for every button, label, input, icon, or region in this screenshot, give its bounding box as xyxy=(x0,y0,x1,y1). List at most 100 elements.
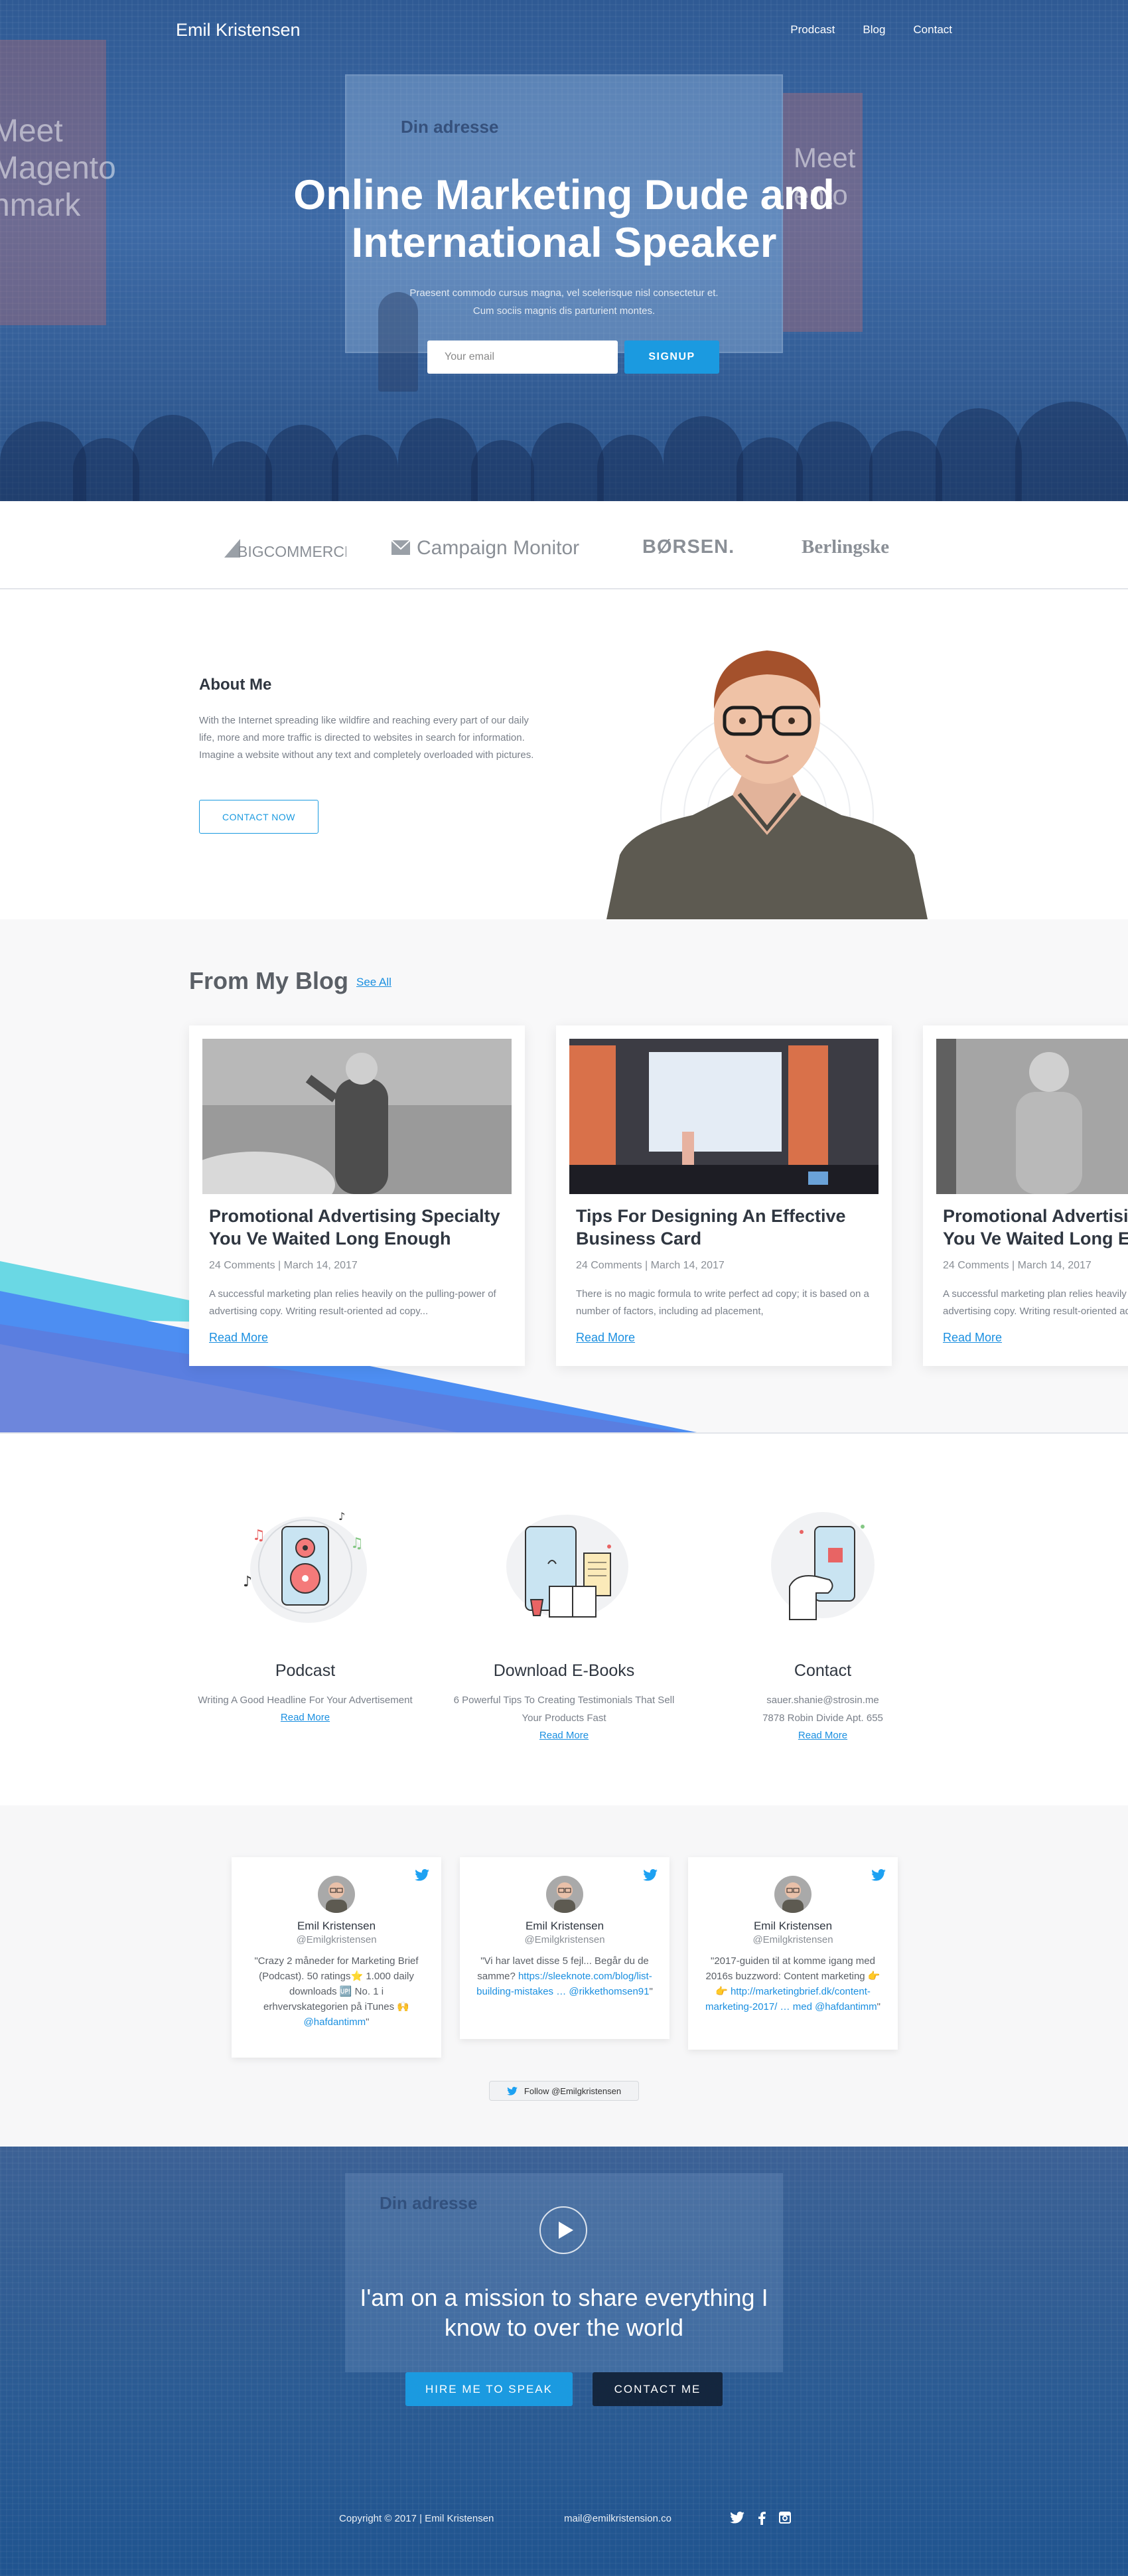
hire-me-button[interactable]: HIRE ME TO SPEAK xyxy=(405,2372,573,2406)
service-text: 6 Powerful Tips To Creating Testimonials… xyxy=(453,1695,675,1724)
tweet-author: Emil Kristensen xyxy=(525,1920,604,1932)
hero-title-line2: International Speaker xyxy=(351,220,777,266)
twitter-bird-icon xyxy=(415,1869,429,1881)
service-text: sauer.shanie@strosin.me 7878 Robin Divid… xyxy=(762,1695,883,1724)
client-logos: BIGCOMMERCE Campaign Monitor BØRSEN. Ber… xyxy=(0,501,1128,589)
blog-card-image xyxy=(936,1039,1128,1194)
contact-me-button[interactable]: CONTACT ME xyxy=(593,2372,723,2406)
blog-card-excerpt: There is no magic formula to write perfe… xyxy=(576,1288,869,1317)
service-contact: Contact sauer.shanie@strosin.me 7878 Rob… xyxy=(710,1500,936,1742)
twitter-bird-icon xyxy=(507,2086,518,2095)
tweet-card[interactable]: Emil Kristensen @Emilgkristensen "Vi har… xyxy=(460,1857,670,2039)
service-title: Download E-Books xyxy=(493,1661,635,1680)
svg-text:♫: ♫ xyxy=(252,1527,265,1544)
portrait-image xyxy=(606,650,928,919)
logo-borsen: BØRSEN. xyxy=(642,536,735,558)
avatar xyxy=(318,1876,355,1913)
about-text: With the Internet spreading like wildfir… xyxy=(199,715,534,761)
tweet-handle: @Emilgkristensen xyxy=(296,1934,377,1945)
service-read-more[interactable]: Read More xyxy=(539,1730,589,1741)
tweet-handle: @Emilgkristensen xyxy=(752,1934,833,1945)
logo-campaign-monitor-text: Campaign Monitor xyxy=(417,537,579,559)
blog-card-excerpt: A successful marketing plan relies heavi… xyxy=(943,1288,1128,1317)
signup-form: SIGNUP xyxy=(427,341,719,374)
about-section: About Me With the Internet spreading lik… xyxy=(0,589,1128,919)
read-more-link[interactable]: Read More xyxy=(576,1331,635,1345)
read-more-link[interactable]: Read More xyxy=(209,1331,268,1345)
contact-now-button[interactable]: CONTACT NOW xyxy=(199,800,318,834)
tweet-card[interactable]: Emil Kristensen @Emilgkristensen "2017-g… xyxy=(688,1857,898,2050)
tweet-handle: @Emilgkristensen xyxy=(524,1934,605,1945)
hero-subtitle: Praesent commodo cursus magna, vel scele… xyxy=(409,287,719,317)
service-text: Writing A Good Headline For Your Adverti… xyxy=(198,1695,413,1706)
tweet-link[interactable]: @hafdantimm xyxy=(304,2016,366,2028)
service-podcast: ♫ ♫ ♪ ♪ Podcast Writing A Good Headline … xyxy=(192,1500,418,1724)
blog-heading: From My Blog xyxy=(189,967,348,994)
instagram-icon[interactable] xyxy=(779,2512,791,2524)
blog-card-title: Tips For Designing An Effective Business… xyxy=(576,1206,846,1249)
avatar xyxy=(774,1876,811,1913)
blog-card-meta: 24 Comments | March 14, 2017 xyxy=(576,1260,725,1271)
mission-section: Din adresse I'am on a mission to share e… xyxy=(0,2147,1128,2576)
hero-title-line1: Online Marketing Dude and xyxy=(293,172,835,218)
see-all-link[interactable]: See All xyxy=(356,976,391,989)
brand-name[interactable]: Emil Kristensen xyxy=(176,20,301,40)
tweet-text-tail: " xyxy=(649,1986,653,1997)
ebook-icon xyxy=(506,1515,628,1618)
blog-card[interactable]: Promotional Advertising Specialty You Ve… xyxy=(923,1025,1128,1366)
tweet-text-tail: " xyxy=(877,2001,881,2012)
twitter-bird-icon xyxy=(871,1869,886,1881)
blog-card[interactable]: Promotional Advertising Specialty You Ve… xyxy=(189,1025,525,1366)
email-input[interactable] xyxy=(427,341,618,374)
tweet-text: "2017-guiden til at komme igang med 2016… xyxy=(704,1953,882,2014)
social-links xyxy=(730,2512,791,2525)
mission-text: I'am on a mission to share everything I … xyxy=(360,2284,768,2341)
logo-bigcommerce: BIGCOMMERCE xyxy=(224,536,354,566)
hero-section: Din adresse Meet Magento nmark Meet ento… xyxy=(0,0,1128,501)
logo-campaign-monitor: Campaign Monitor xyxy=(390,535,596,564)
footer-email[interactable]: mail@emilkristension.co xyxy=(564,2513,671,2524)
follow-button[interactable]: Follow @Emilgkristensen xyxy=(489,2081,639,2101)
tweet-text-tail: " xyxy=(366,2016,370,2028)
facebook-icon[interactable] xyxy=(758,2512,766,2525)
tweet-card[interactable]: Emil Kristensen @Emilgkristensen "Crazy … xyxy=(232,1857,441,2058)
nav-item-contact[interactable]: Contact xyxy=(913,23,952,37)
svg-text:♪: ♪ xyxy=(243,1574,252,1590)
phone-contact-icon xyxy=(771,1512,875,1620)
read-more-link[interactable]: Read More xyxy=(943,1331,1002,1345)
blog-card-meta: 24 Comments | March 14, 2017 xyxy=(209,1260,358,1271)
tweet-text: "Vi har lavet disse 5 fejl... Begår du d… xyxy=(476,1953,654,1999)
nav-item-blog[interactable]: Blog xyxy=(863,23,885,37)
signup-button[interactable]: SIGNUP xyxy=(624,341,719,374)
tweet-text: "Crazy 2 måneder for Marketing Brief (Po… xyxy=(247,1953,425,2030)
podcast-icon: ♫ ♫ ♪ ♪ xyxy=(243,1510,367,1623)
service-read-more[interactable]: Read More xyxy=(281,1712,330,1723)
follow-label: Follow @Emilgkristensen xyxy=(524,2085,622,2096)
blog-card-title: Promotional Advertising Specialty You Ve… xyxy=(209,1206,500,1249)
tweet-text-body: "Crazy 2 måneder for Marketing Brief (Po… xyxy=(254,1955,419,2012)
tweet-link[interactable]: http://marketingbrief.dk/content-marketi… xyxy=(705,1986,877,2012)
twitter-bird-icon xyxy=(643,1869,658,1881)
service-read-more[interactable]: Read More xyxy=(798,1730,847,1741)
blog-section: From My Blog See All Promotional Adverti… xyxy=(0,919,1128,1434)
audience-silhouettes xyxy=(0,402,1128,501)
blog-card[interactable]: Tips For Designing An Effective Business… xyxy=(556,1025,892,1366)
screen-text: Din adresse xyxy=(401,117,499,137)
twitter-icon[interactable] xyxy=(730,2512,744,2524)
nav-item-prodcast[interactable]: Prodcast xyxy=(790,23,835,37)
svg-text:♪: ♪ xyxy=(338,1510,345,1523)
tweets-section: Emil Kristensen @Emilgkristensen "Crazy … xyxy=(0,1805,1128,2147)
service-ebooks: Download E-Books 6 Powerful Tips To Crea… xyxy=(451,1500,677,1742)
avatar xyxy=(546,1876,583,1913)
service-title: Podcast xyxy=(275,1661,336,1680)
services-section: ♫ ♫ ♪ ♪ Podcast Writing A Good Headline … xyxy=(0,1434,1128,1805)
tweet-author: Emil Kristensen xyxy=(297,1920,376,1932)
play-video-button[interactable] xyxy=(539,2206,587,2254)
blog-card-meta: 24 Comments | March 14, 2017 xyxy=(943,1260,1092,1271)
blog-card-image xyxy=(202,1039,512,1194)
about-heading: About Me xyxy=(199,676,272,694)
tweet-author: Emil Kristensen xyxy=(753,1920,833,1932)
copyright: Copyright © 2017 | Emil Kristensen xyxy=(339,2513,494,2524)
blog-card-excerpt: A successful marketing plan relies heavi… xyxy=(209,1288,496,1317)
logo-bigcommerce-text: BIGCOMMERCE xyxy=(238,543,346,560)
